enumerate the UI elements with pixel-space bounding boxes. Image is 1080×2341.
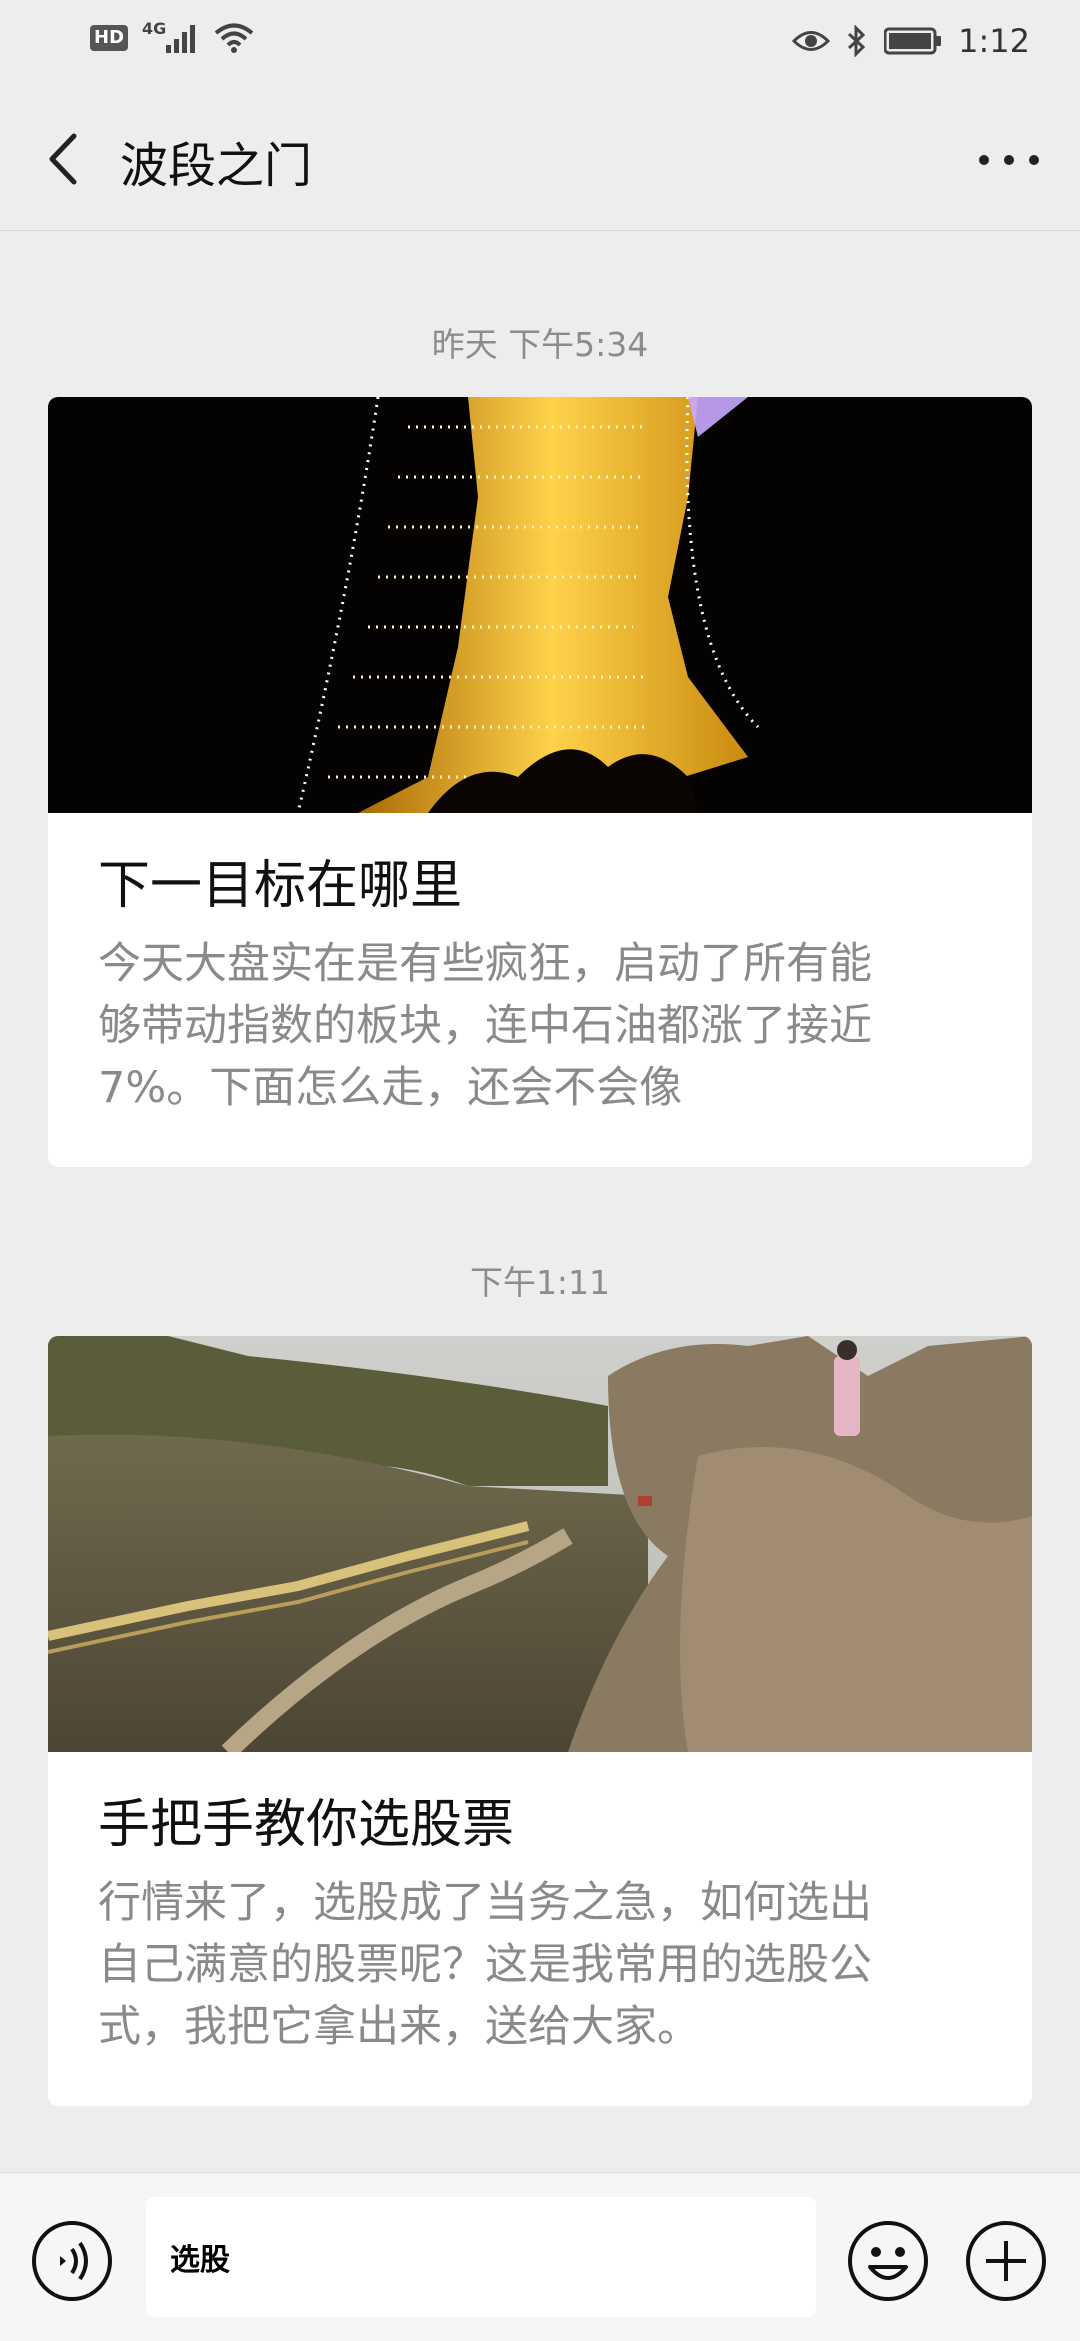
- message-timestamp: 昨天 下午5:34: [431, 325, 649, 364]
- pagoda-night-image: [48, 397, 1032, 813]
- battery-icon: [884, 27, 942, 55]
- status-right: 1:12: [792, 22, 1030, 60]
- network-type: 4G: [142, 18, 167, 38]
- eye-icon: [792, 31, 831, 51]
- chat-header: 波段之门: [0, 84, 1080, 231]
- summary-line: 够带动指数的板块，连中石油都涨了接近: [98, 1001, 872, 1051]
- article-cover-image: [48, 1336, 1032, 1752]
- chevron-left-icon[interactable]: [38, 124, 98, 194]
- summary-line: 今天大盘实在是有些疯狂，启动了所有能: [98, 939, 872, 989]
- emoji-icon[interactable]: [846, 2219, 930, 2303]
- status-left: HD 4G: [90, 18, 254, 54]
- bluetooth-icon: [848, 25, 866, 57]
- more-dots-icon[interactable]: [974, 140, 1044, 180]
- wifi-icon: [215, 23, 254, 53]
- message-timestamp: 下午1:11: [469, 1263, 611, 1302]
- article-title: 手把手教你选股票: [98, 1795, 515, 1855]
- article-cover-image: [48, 397, 1032, 813]
- plus-icon[interactable]: [964, 2219, 1048, 2303]
- clock-time: 1:12: [958, 22, 1030, 60]
- article-summary: 今天大盘实在是有些疯狂，启动了所有能 够带动指数的板块，连中石油都涨了接近 7%…: [98, 933, 982, 1119]
- input-bar: 选股: [0, 2172, 1080, 2341]
- article-summary: 行情来了，选股成了当务之急，如何选出 自己满意的股票呢？这是我常用的选股公 式，…: [98, 1872, 982, 2058]
- summary-line: 自己满意的股票呢？这是我常用的选股公: [98, 1940, 872, 1990]
- voice-icon[interactable]: [30, 2219, 114, 2303]
- page-title: 波段之门: [120, 138, 313, 194]
- summary-line: 7%。下面怎么走，还会不会像: [98, 1063, 683, 1113]
- article-title: 下一目标在哪里: [98, 856, 463, 916]
- message-input[interactable]: 选股: [146, 2197, 816, 2317]
- canyon-landscape-image: [48, 1336, 1032, 1752]
- article-card[interactable]: 下一目标在哪里 今天大盘实在是有些疯狂，启动了所有能 够带动指数的板块，连中石油…: [48, 397, 1032, 1167]
- signal-icon: [166, 25, 196, 53]
- hd-badge: HD: [90, 25, 129, 51]
- status-bar: HD 4G 1:12: [0, 0, 1080, 84]
- summary-line: 行情来了，选股成了当务之急，如何选出: [98, 1878, 872, 1928]
- summary-line: 式，我把它拿出来，送给大家。: [98, 2002, 700, 2052]
- message-input-text: 选股: [170, 2243, 230, 2278]
- article-card[interactable]: 手把手教你选股票 行情来了，选股成了当务之急，如何选出 自己满意的股票呢？这是我…: [48, 1336, 1032, 2106]
